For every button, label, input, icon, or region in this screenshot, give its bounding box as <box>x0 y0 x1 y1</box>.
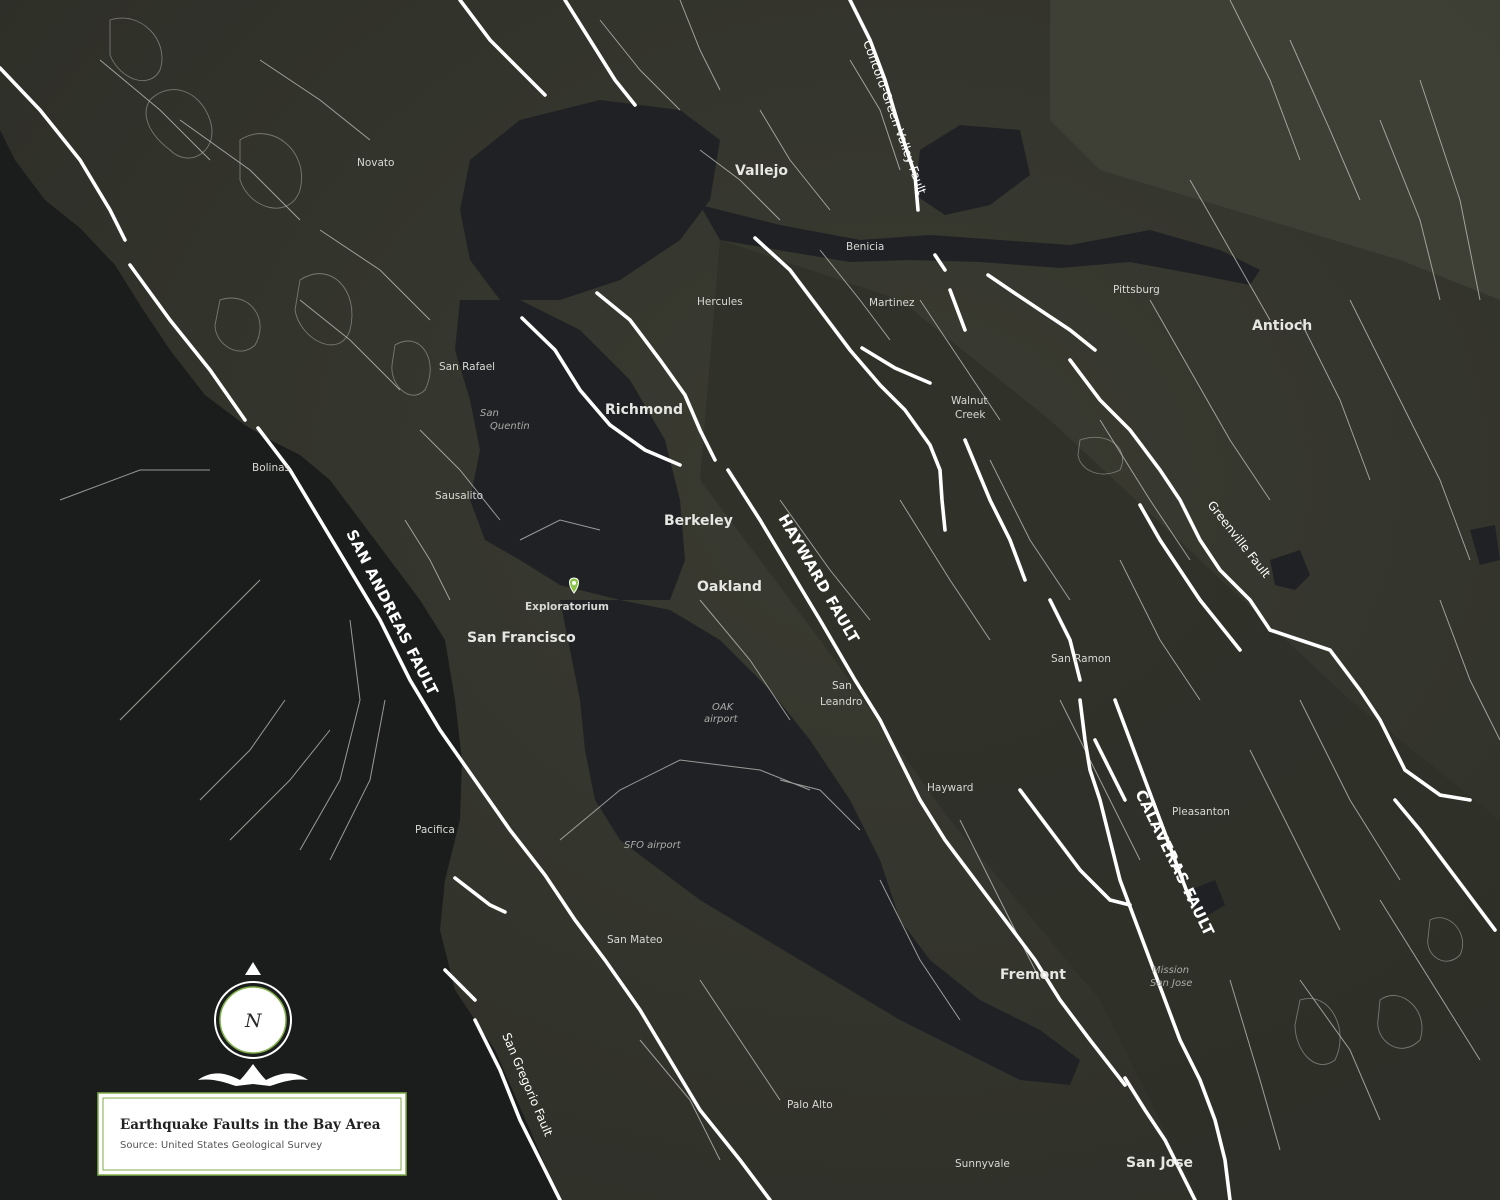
city-label: Vallejo <box>735 163 788 179</box>
city-label: San Ramon <box>1051 653 1111 665</box>
city-label: Hercules <box>697 296 743 308</box>
city-label: Pittsburg <box>1113 284 1160 296</box>
city-label: Fremont <box>1000 967 1066 983</box>
map-pin-dot <box>572 581 576 585</box>
city-label: Pleasanton <box>1172 806 1230 818</box>
city-label: Oakland <box>697 579 762 595</box>
marker-label: Exploratorium <box>525 601 609 613</box>
city-label: Leandro <box>820 696 862 708</box>
city-label: Sausalito <box>435 490 483 502</box>
city-label: Martinez <box>869 297 915 309</box>
city-label: Pacifica <box>415 824 455 836</box>
place-label: San Jose <box>1150 978 1192 989</box>
city-label: Hayward <box>927 782 973 794</box>
place-label: Quentin <box>490 421 530 432</box>
compass-n-label: N <box>244 1010 263 1032</box>
place-label: OAK <box>712 702 735 713</box>
city-label: Benicia <box>846 241 884 253</box>
map-source: Source: United States Geological Survey <box>120 1140 322 1151</box>
city-label: Berkeley <box>664 513 733 529</box>
place-label: San <box>480 408 499 419</box>
city-label: Antioch <box>1252 318 1312 334</box>
city-label: San Francisco <box>467 630 576 646</box>
city-label: San Rafael <box>439 361 495 373</box>
map-title: Earthquake Faults in the Bay Area <box>120 1117 381 1133</box>
map-legend: Earthquake Faults in the Bay Area Source… <box>97 1092 407 1176</box>
city-label: Novato <box>357 157 394 169</box>
city-label: Creek <box>955 409 986 421</box>
place-label: Mission <box>1152 965 1189 976</box>
city-label: Richmond <box>605 402 683 418</box>
bay-area-fault-map[interactable]: SAN ANDREAS FAULT HAYWARD FAULT CALAVERA… <box>0 0 1500 1200</box>
place-label: airport <box>704 714 739 725</box>
city-label: Palo Alto <box>787 1099 833 1111</box>
city-label: Bolinas <box>252 462 290 474</box>
city-label: San Jose <box>1126 1155 1193 1171</box>
city-label: Sunnyvale <box>955 1158 1010 1170</box>
city-label: Walnut <box>951 395 988 407</box>
city-label: San <box>832 680 852 692</box>
place-label: SFO airport <box>624 840 682 851</box>
city-label: San Mateo <box>607 934 663 946</box>
